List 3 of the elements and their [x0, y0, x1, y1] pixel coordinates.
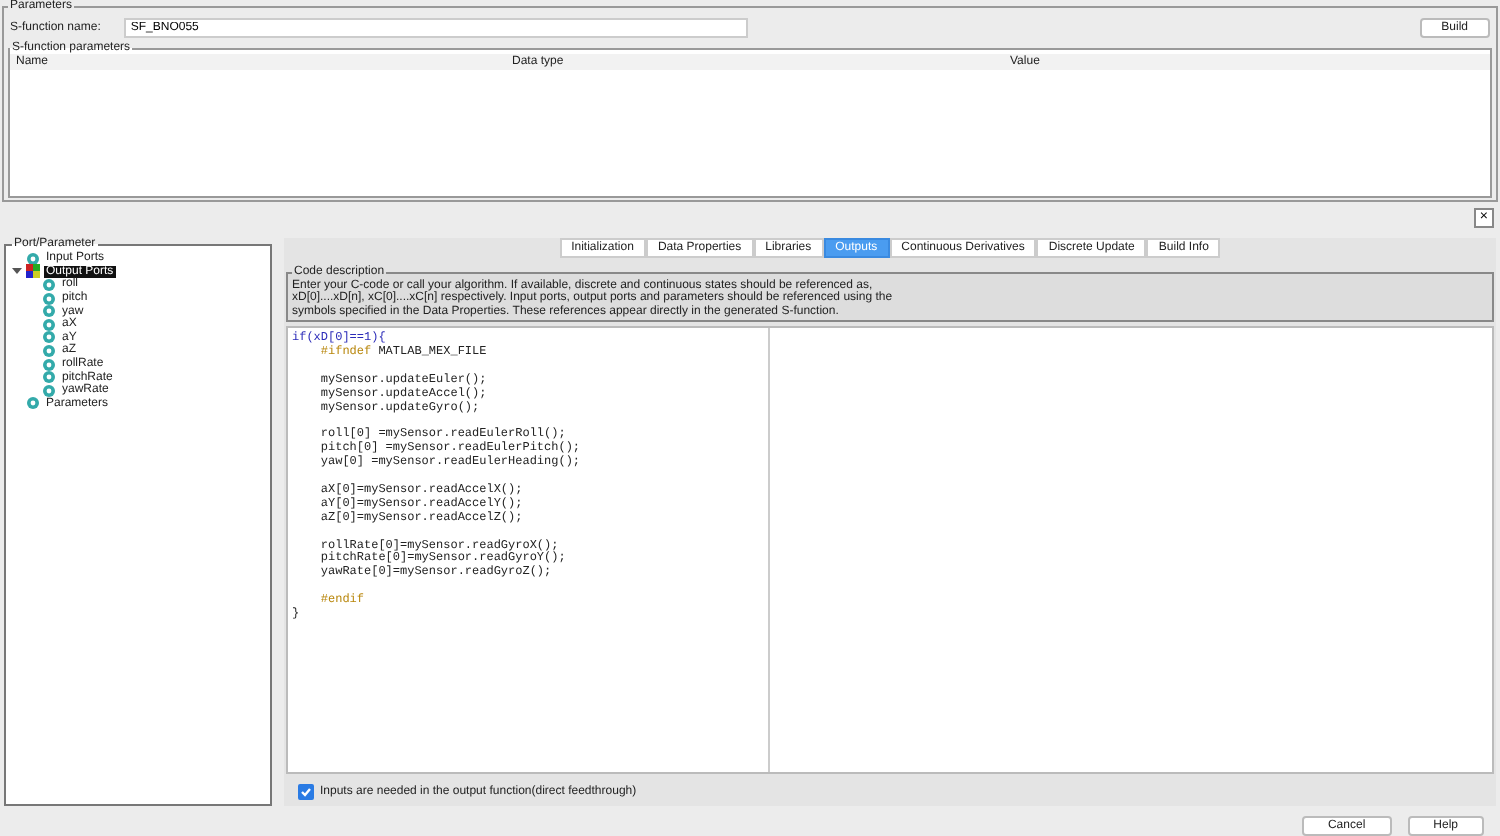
checkbox[interactable]: [298, 784, 314, 800]
port-block-icon: [26, 264, 40, 279]
expand-caret-icon[interactable]: [12, 266, 22, 277]
